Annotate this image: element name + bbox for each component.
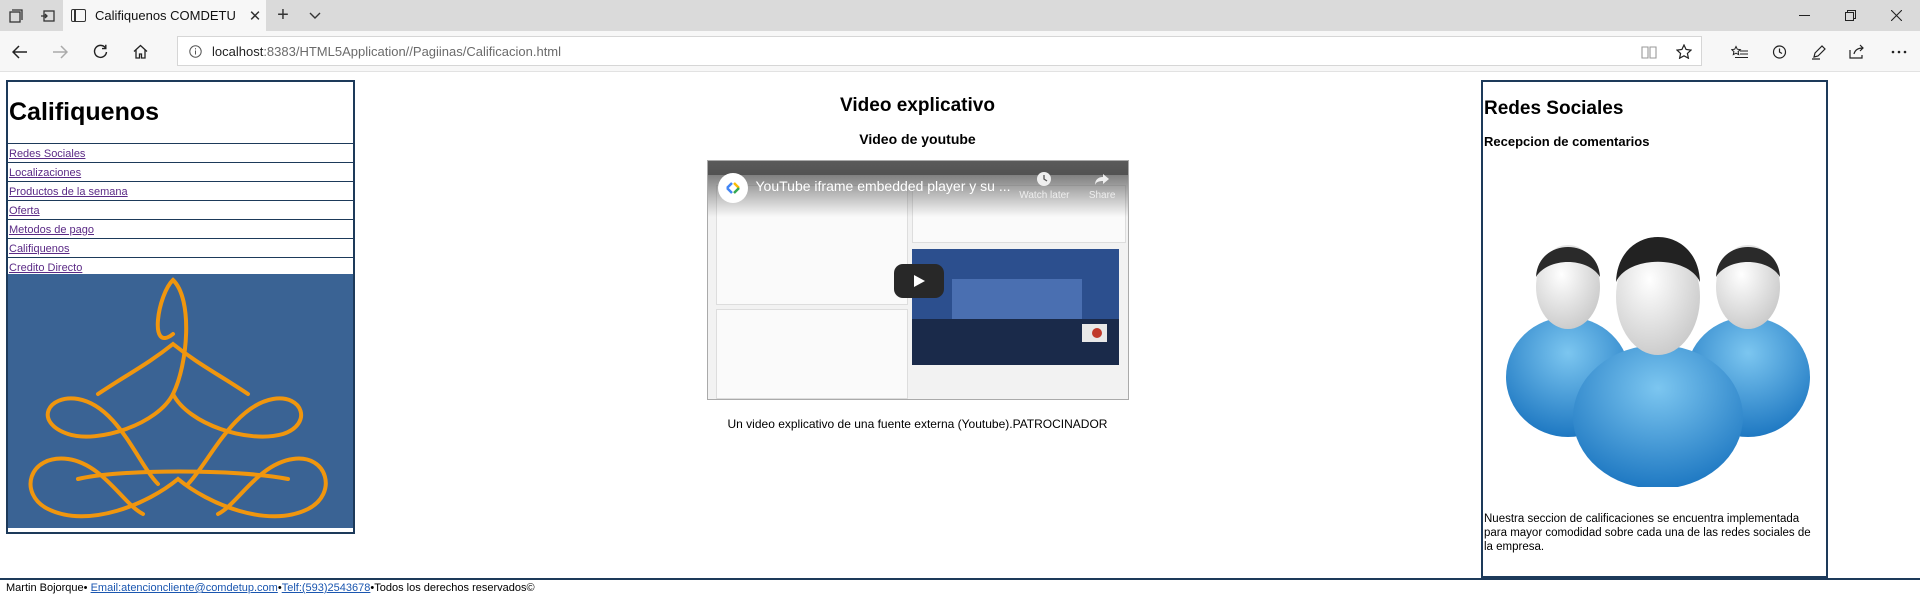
- nav-link[interactable]: Redes Sociales: [9, 148, 85, 160]
- pen-notes-icon[interactable]: [1800, 31, 1838, 72]
- social-description: Nuestra seccion de calificaciones se enc…: [1484, 513, 1811, 553]
- close-window-icon[interactable]: [1873, 0, 1919, 31]
- page-footer: Martin Bojorque• Email:atencioncliente@c…: [0, 578, 1920, 594]
- footer-separator: •: [83, 582, 91, 594]
- url-text: localhost:8383/HTML5Application//Pagiina…: [212, 43, 562, 59]
- close-tab-icon[interactable]: ✕: [244, 7, 266, 25]
- video-title[interactable]: YouTube iframe embedded player y su ...: [756, 178, 1011, 194]
- video-thumbnail-stage: [911, 249, 1119, 365]
- favorite-star-icon[interactable]: [1665, 31, 1703, 72]
- reading-view-icon[interactable]: [1630, 31, 1668, 72]
- share-icon[interactable]: [1838, 31, 1876, 72]
- footer-email-link[interactable]: Email:atencioncliente@comdetup.com: [91, 582, 278, 594]
- nav-item-redes-sociales: Redes Sociales: [8, 144, 353, 163]
- users-group-icon: [1493, 177, 1823, 489]
- main-content: Video explicativo Video de youtube YouTu: [600, 73, 1235, 431]
- info-icon[interactable]: [182, 44, 208, 58]
- back-arrow-icon[interactable]: [0, 31, 40, 72]
- restore-icon[interactable]: [1827, 0, 1873, 31]
- social-title: Redes Sociales: [1484, 98, 1624, 119]
- url-field[interactable]: localhost:8383/HTML5Application//Pagiina…: [177, 36, 1702, 66]
- tab-actions-icon[interactable]: [0, 0, 32, 31]
- refresh-icon[interactable]: [80, 31, 120, 72]
- video-caption: Un video explicativo de una fuente exter…: [727, 417, 1108, 431]
- video-section-subtitle: Video de youtube: [859, 131, 976, 147]
- video-thumbnail-panel: [715, 309, 908, 399]
- new-tab-icon[interactable]: +: [270, 0, 296, 31]
- nav-link[interactable]: Productos de la semana: [9, 186, 128, 198]
- nav-item-localizaciones: Localizaciones: [8, 163, 353, 182]
- watch-later-label: Watch later: [1019, 190, 1070, 201]
- share-label: Share: [1088, 190, 1116, 201]
- youtube-embed[interactable]: YouTube iframe embedded player y su ... …: [706, 160, 1129, 400]
- video-section-title: Video explicativo: [840, 95, 995, 116]
- history-icon[interactable]: [1760, 31, 1798, 72]
- sidebar-nav: Redes Sociales Localizaciones Productos …: [8, 143, 353, 277]
- more-options-icon[interactable]: [1880, 31, 1918, 72]
- watch-later-button[interactable]: Watch later: [1019, 171, 1070, 201]
- nav-item-califiquenos: Califiquenos: [8, 239, 353, 258]
- channel-logo-icon[interactable]: [717, 173, 748, 203]
- page-icon: [71, 9, 86, 22]
- right-sidebar: Redes Sociales Recepcion de comentarios …: [1481, 80, 1828, 578]
- ornament-image: [8, 274, 353, 528]
- page-content: Califiquenos Redes Sociales Localizacion…: [0, 73, 1920, 603]
- footer-author: Martin Bojorque: [6, 582, 84, 594]
- minimize-icon[interactable]: [1781, 0, 1827, 31]
- tab-title: Califiquenos COMDETU: [95, 8, 236, 23]
- play-button-icon[interactable]: [893, 264, 944, 298]
- nav-item-productos: Productos de la semana: [8, 182, 353, 201]
- nav-link[interactable]: Oferta: [9, 205, 40, 217]
- social-subtitle: Recepcion de comentarios: [1484, 134, 1650, 149]
- home-icon[interactable]: [120, 31, 160, 72]
- nav-link[interactable]: Credito Directo: [9, 262, 82, 274]
- nav-link[interactable]: Califiquenos: [9, 243, 70, 255]
- nav-link[interactable]: Metodos de pago: [9, 224, 94, 236]
- forward-arrow-icon[interactable]: [40, 31, 80, 72]
- nav-item-metodos-pago: Metodos de pago: [8, 220, 353, 239]
- favorites-list-icon[interactable]: [1720, 31, 1758, 72]
- browser-tab[interactable]: Califiquenos COMDETU ✕: [63, 0, 266, 31]
- footer-phone-link[interactable]: Telf:(593)2543678: [282, 582, 371, 594]
- nav-item-oferta: Oferta: [8, 201, 353, 220]
- sidebar-heading: Califiquenos: [9, 98, 160, 126]
- chevron-down-icon[interactable]: [302, 0, 328, 31]
- left-sidebar: Califiquenos Redes Sociales Localizacion…: [6, 80, 355, 534]
- address-bar-row: localhost:8383/HTML5Application//Pagiina…: [0, 31, 1920, 72]
- footer-rights: •Todos los derechos reservados©: [370, 582, 535, 594]
- set-tabs-aside-icon[interactable]: [32, 0, 64, 31]
- nav-link[interactable]: Localizaciones: [9, 167, 81, 179]
- share-video-button[interactable]: Share: [1089, 171, 1116, 201]
